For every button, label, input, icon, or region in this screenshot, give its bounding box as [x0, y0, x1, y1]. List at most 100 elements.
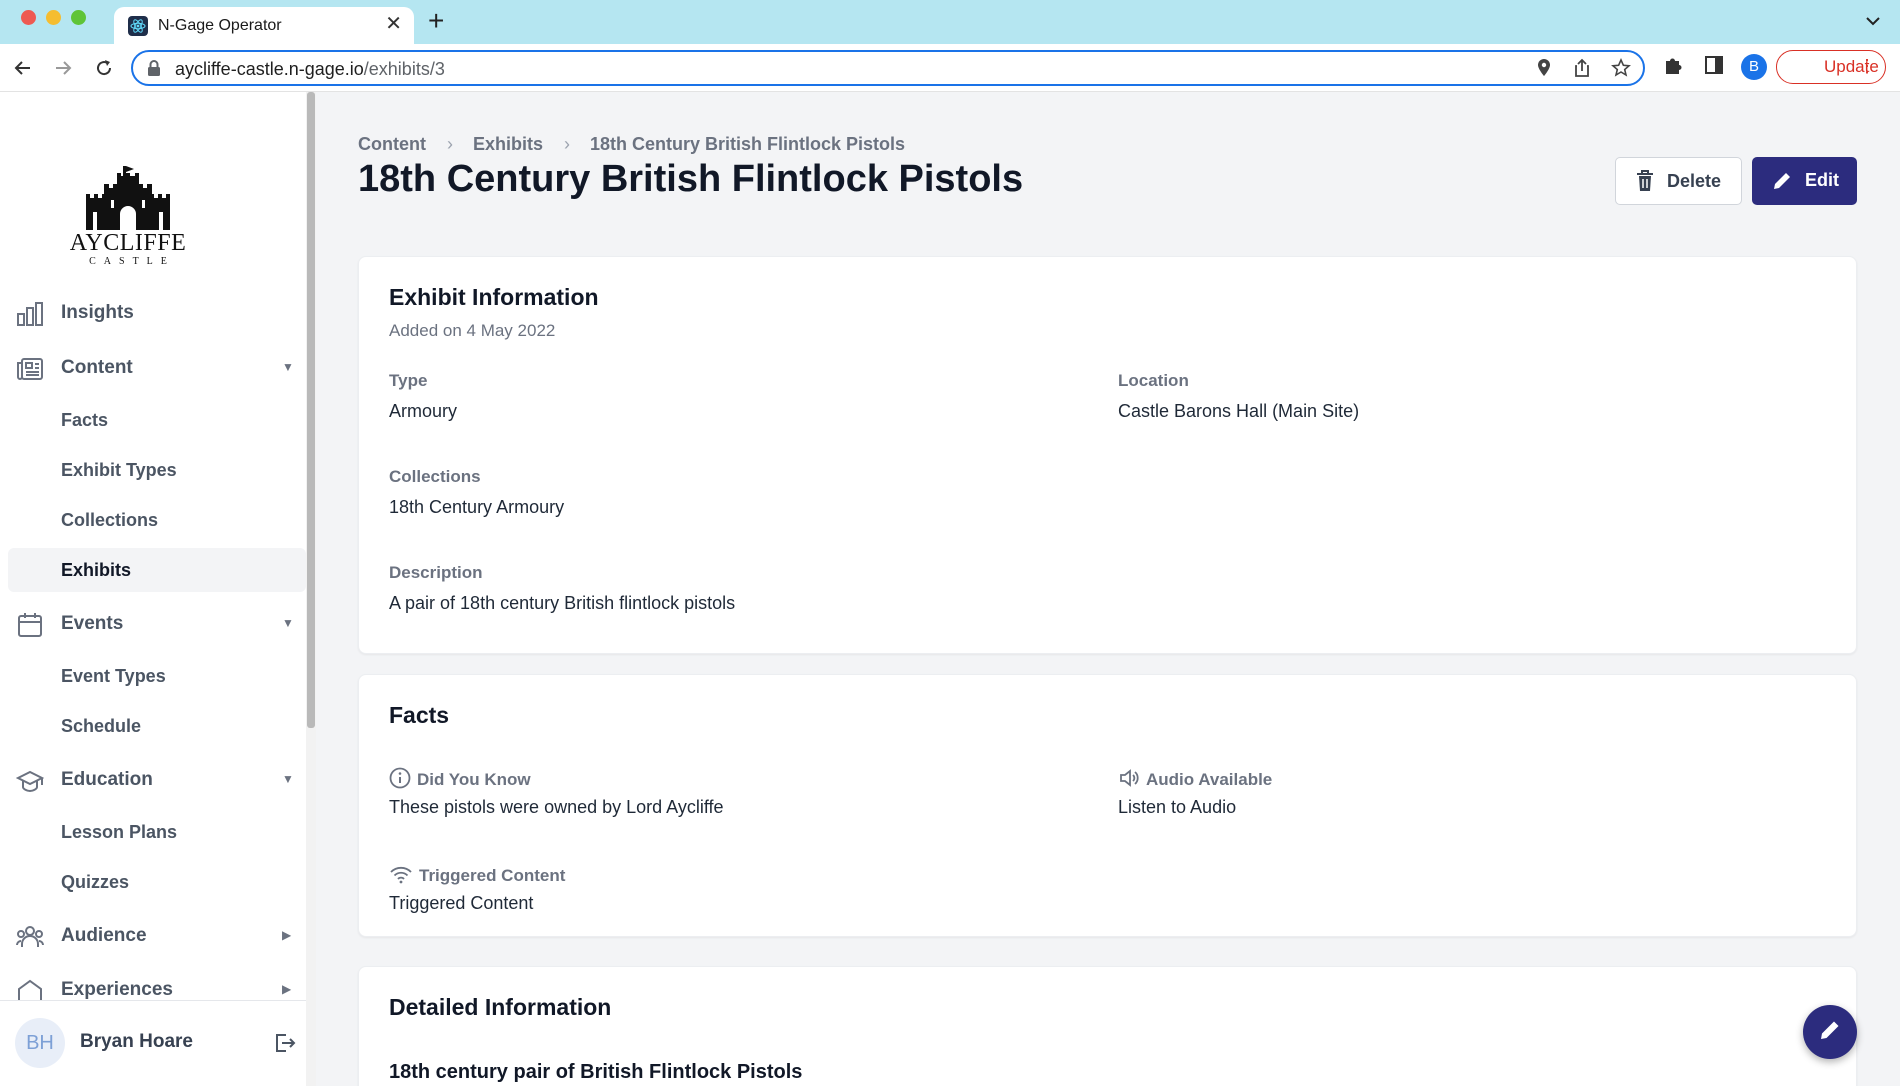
profile-avatar[interactable]: B — [1741, 54, 1767, 80]
sidebar-item-label: Collections — [61, 510, 159, 530]
address-bar[interactable]: aycliffe-castle.n-gage.io/exhibits/3 — [131, 50, 1645, 86]
minimize-window-button[interactable] — [46, 10, 61, 25]
sidebar-item-exhibits[interactable]: Exhibits — [8, 548, 306, 592]
castle-logo-icon — [86, 166, 170, 230]
location-pin-icon[interactable] — [1535, 58, 1553, 83]
share-icon[interactable] — [1573, 58, 1591, 83]
extensions-puzzle-icon[interactable] — [1663, 54, 1685, 81]
new-tab-icon[interactable]: + — [428, 7, 444, 35]
collections-label: Collections — [389, 467, 481, 486]
sidebar-item-schedule[interactable]: Schedule — [0, 704, 306, 748]
react-favicon-icon — [128, 16, 148, 36]
users-icon — [16, 923, 44, 951]
logout-icon[interactable] — [272, 1031, 296, 1060]
breadcrumb: Content › Exhibits › 18th Century Britis… — [358, 134, 905, 155]
sidebar-item-quizzes[interactable]: Quizzes — [0, 860, 306, 904]
detailed-information-card: Detailed Information 18th century pair o… — [358, 966, 1857, 1086]
did-you-know-label: Did You Know — [389, 767, 531, 794]
detailed-heading: 18th century pair of British Flintlock P… — [389, 1061, 803, 1083]
sidebar-item-label: Event Types — [61, 666, 166, 686]
exhibit-information-card: Exhibit Information Added on 4 May 2022 … — [358, 256, 1857, 654]
update-button[interactable]: Update ⋮ — [1776, 50, 1886, 84]
sidebar-item-events[interactable]: Events ▼ — [0, 601, 306, 645]
speaker-icon — [1118, 767, 1140, 794]
type-value: Armoury — [389, 401, 458, 421]
tab-search-chevron-icon[interactable] — [1866, 13, 1880, 31]
page-title: 18th Century British Flintlock Pistols — [358, 158, 1024, 200]
breadcrumb-content[interactable]: Content — [358, 134, 426, 155]
sidebar-item-label: Events — [61, 613, 124, 634]
trash-icon — [1636, 170, 1654, 197]
sidebar-item-insights[interactable]: Insights — [0, 290, 306, 334]
did-you-know-text: Did You Know — [417, 770, 531, 789]
sidebar-item-label: Exhibits — [61, 560, 132, 580]
logo-text: AYCLIFFE — [69, 230, 187, 256]
sidebar-item-label: Experiences — [61, 979, 173, 1000]
breadcrumb-current: 18th Century British Flintlock Pistols — [590, 134, 906, 154]
sidebar-item-label: Education — [61, 769, 153, 790]
card-title: Facts — [389, 702, 450, 728]
forward-arrow-icon[interactable] — [51, 56, 75, 80]
aycliffe-castle-logo: AYCLIFFE CASTLE — [68, 162, 188, 267]
breadcrumb-exhibits[interactable]: Exhibits — [473, 134, 543, 155]
bookmark-star-icon[interactable] — [1611, 58, 1631, 83]
type-label: Type — [389, 371, 428, 390]
graduation-cap-icon — [15, 767, 45, 795]
kebab-menu-icon: ⋮ — [1858, 56, 1876, 76]
lock-icon[interactable] — [147, 60, 161, 82]
pencil-icon — [1772, 171, 1792, 196]
delete-button[interactable]: Delete — [1615, 157, 1742, 205]
browser-tab-bar: N-Gage Operator ✕ + — [0, 0, 1900, 44]
card-title: Exhibit Information — [389, 284, 599, 310]
logo-subtext: CASTLE — [89, 256, 175, 267]
bar-chart-icon — [16, 300, 44, 328]
breadcrumb-chevron-icon: › — [446, 134, 453, 154]
chevron-right-icon: ▶ — [282, 982, 292, 996]
sidebar-item-education[interactable]: Education ▼ — [0, 757, 306, 801]
sidebar-scrollbar-thumb[interactable] — [307, 92, 315, 728]
sidebar-item-event-types[interactable]: Event Types — [0, 654, 306, 698]
main-content: Content › Exhibits › 18th Century Britis… — [316, 92, 1900, 1086]
did-you-know-value: These pistols were owned by Lord Aycliff… — [389, 797, 724, 817]
back-arrow-icon[interactable] — [11, 56, 35, 80]
listen-to-audio-link[interactable]: Listen to Audio — [1118, 797, 1236, 818]
maximize-window-button[interactable] — [71, 10, 86, 25]
sidebar-item-facts[interactable]: Facts — [0, 398, 306, 442]
avatar[interactable]: BH — [15, 1018, 65, 1068]
info-circle-icon — [389, 767, 411, 794]
triggered-content-value: Triggered Content — [389, 893, 534, 913]
card-title: Detailed Information — [389, 994, 612, 1020]
url-text: aycliffe-castle.n-gage.io/exhibits/3 — [175, 59, 445, 80]
tab-title: N-Gage Operator — [158, 17, 282, 34]
triggered-content-text: Triggered Content — [419, 866, 566, 885]
side-panel-icon[interactable] — [1703, 54, 1725, 81]
url-path: /exhibits/3 — [363, 59, 445, 79]
delete-label: Delete — [1667, 171, 1722, 191]
newspaper-icon — [16, 355, 44, 383]
sidebar-item-collections[interactable]: Collections — [0, 498, 306, 542]
sidebar-item-label: Schedule — [61, 716, 142, 736]
added-date: Added on 4 May 2022 — [389, 321, 556, 340]
collections-value: 18th Century Armoury — [389, 497, 565, 517]
floating-edit-button[interactable] — [1803, 1005, 1857, 1059]
calendar-icon — [16, 611, 44, 639]
tab-close-icon[interactable]: ✕ — [385, 14, 402, 34]
close-window-button[interactable] — [21, 10, 36, 25]
sidebar-item-label: Facts — [61, 410, 109, 430]
facts-card: Facts Did You Know These pistols were ow… — [358, 674, 1857, 937]
sidebar-item-lesson-plans[interactable]: Lesson Plans — [0, 810, 306, 854]
user-name: Bryan Hoare — [80, 1031, 193, 1052]
sidebar-item-exhibit-types[interactable]: Exhibit Types — [0, 448, 306, 492]
sidebar-item-content[interactable]: Content ▼ — [0, 345, 306, 389]
browser-tab[interactable]: N-Gage Operator ✕ — [114, 7, 414, 44]
triggered-content-label: Triggered Content — [389, 863, 565, 890]
chevron-down-icon: ▼ — [282, 360, 294, 374]
edit-button[interactable]: Edit — [1752, 157, 1857, 205]
sidebar-item-label: Content — [61, 357, 133, 378]
reload-icon[interactable] — [92, 56, 116, 80]
sidebar-item-audience[interactable]: Audience ▶ — [0, 913, 306, 957]
sidebar-item-label: Audience — [61, 925, 147, 946]
description-label: Description — [389, 563, 483, 582]
pencil-icon — [1819, 1019, 1841, 1046]
sidebar-item-label: Insights — [61, 302, 134, 323]
